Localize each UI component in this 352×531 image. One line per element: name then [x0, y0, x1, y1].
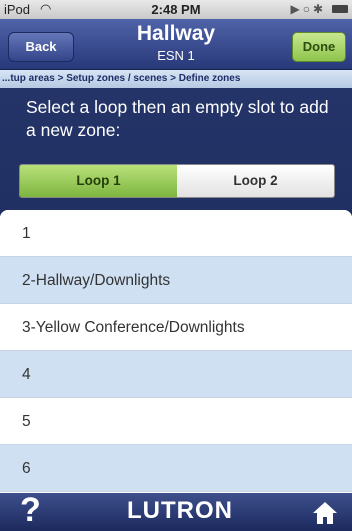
page-title: Hallway [136, 22, 216, 45]
tab-loop-2[interactable]: Loop 2 [177, 165, 334, 197]
zone-slot-4[interactable]: 4 [0, 351, 352, 398]
main-panel: Select a loop then an empty slot to add … [0, 88, 352, 493]
zone-slot-1[interactable]: 1 [0, 210, 352, 257]
instruction-text: Select a loop then an empty slot to add … [26, 97, 329, 140]
done-button[interactable]: Done [292, 32, 346, 62]
help-icon[interactable]: ? [20, 490, 41, 530]
loop-selector: Loop 1 Loop 2 [19, 164, 335, 198]
tab-loop-1[interactable]: Loop 1 [20, 165, 177, 197]
zone-slot-2[interactable]: 2-Hallway/Downlights [0, 257, 352, 304]
page-subtitle: ESN 1 [157, 48, 195, 63]
status-icons: ▶○✱ [290, 2, 326, 16]
zone-slot-3[interactable]: 3-Yellow Conference/Downlights [0, 304, 352, 351]
status-bar: iPod ◠ 2:48 PM ▶○✱ [0, 0, 352, 19]
zone-slot-5[interactable]: 5 [0, 398, 352, 445]
navigation-bar: Back Hallway ESN 1 Done [0, 19, 352, 70]
zone-slot-6[interactable]: 6 [0, 445, 352, 492]
footer-bar: ? LUTRON [0, 490, 352, 531]
zone-list: 1 2-Hallway/Downlights 3-Yellow Conferen… [0, 210, 352, 493]
home-icon[interactable] [312, 501, 338, 525]
battery-icon [332, 5, 348, 13]
breadcrumb: ...tup areas > Setup zones / scenes > De… [0, 70, 352, 88]
back-button[interactable]: Back [8, 32, 74, 62]
lutron-logo: LUTRON [127, 497, 233, 524]
